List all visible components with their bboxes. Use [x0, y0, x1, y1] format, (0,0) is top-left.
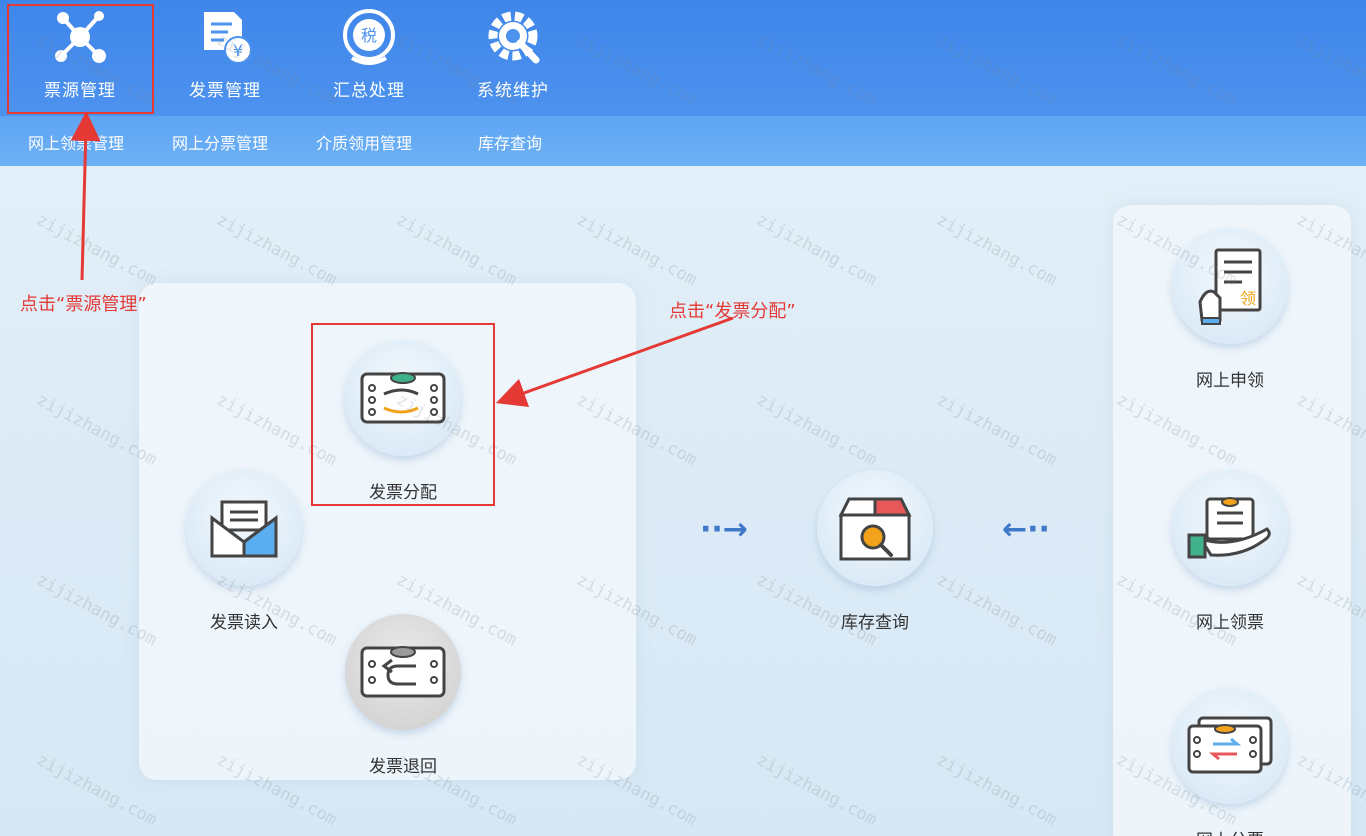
watermark-text: zijizhang.com [393, 209, 520, 291]
highlight-box-source-management [7, 4, 154, 114]
online-apply-button[interactable]: 领 网上申领 [1155, 228, 1305, 391]
sub-nav-media[interactable]: 介质领用管理 [316, 130, 412, 154]
top-nav-bar: 票源管理 ¥ 发票管理 税 汇总处理 系统维护 [0, 0, 1366, 116]
watermark-text: zijizhang.com [933, 569, 1060, 651]
invoice-return-label: 发票退回 [369, 757, 437, 777]
top-nav-label: 汇总处理 [333, 81, 405, 101]
top-nav-item-invoice-management[interactable]: ¥ 发票管理 [155, 0, 295, 116]
receive-hand-icon [1172, 470, 1288, 586]
invoice-read-in-label: 发票读入 [210, 613, 278, 633]
online-receive-button[interactable]: 网上领票 [1155, 470, 1305, 633]
watermark-text: zijizhang.com [753, 749, 880, 831]
sub-nav-bar: 网上领票管理 网上分票管理 介质领用管理 库存查询 [0, 116, 1366, 166]
sub-nav-online-split[interactable]: 网上分票管理 [172, 130, 268, 154]
watermark-text: zijizhang.com [573, 209, 700, 291]
top-nav-item-summary[interactable]: 税 汇总处理 [299, 0, 439, 116]
watermark-text: zijizhang.com [213, 209, 340, 291]
tax-icon: 税 [338, 6, 400, 68]
online-apply-label: 网上申领 [1196, 371, 1264, 391]
apply-hand-icon: 领 [1172, 228, 1288, 344]
inventory-query-label: 库存查询 [841, 613, 909, 633]
online-split-button[interactable]: 网上分票 [1155, 688, 1305, 836]
inventory-query-button[interactable]: 库存查询 [800, 470, 950, 633]
svg-text:¥: ¥ [233, 41, 243, 60]
top-nav-label: 发票管理 [189, 81, 261, 101]
watermark-text: zijizhang.com [933, 209, 1060, 291]
watermark-text: zijizhang.com [753, 389, 880, 471]
invoice-read-in-button[interactable]: 发票读入 [169, 470, 319, 633]
online-split-label: 网上分票 [1196, 826, 1264, 836]
invoice-return-button[interactable]: 发票退回 [328, 614, 478, 777]
box-search-icon [817, 470, 933, 586]
top-nav-label: 系统维护 [477, 81, 549, 101]
svg-text:领: 领 [1240, 289, 1256, 308]
invoice-return-icon [345, 614, 461, 730]
invoice-yen-icon: ¥ [194, 6, 256, 68]
wrench-gear-icon [482, 6, 544, 68]
top-nav-item-maintenance[interactable]: 系统维护 [443, 0, 583, 116]
watermark-text: zijizhang.com [753, 209, 880, 291]
envelope-icon [186, 470, 302, 586]
split-ticket-icon [1172, 688, 1288, 804]
svg-text:税: 税 [361, 26, 377, 45]
annotation-note-click-source: 点击“票源管理” [20, 294, 147, 315]
annotation-note-click-allocate: 点击“发票分配” [669, 301, 796, 322]
highlight-box-invoice-allocate [311, 323, 495, 506]
online-receive-label: 网上领票 [1196, 613, 1264, 633]
sub-nav-online-receive[interactable]: 网上领票管理 [28, 130, 124, 154]
watermark-text: zijizhang.com [933, 389, 1060, 471]
flow-arrow-left-icon: ←·· [1002, 512, 1050, 547]
sub-nav-inventory[interactable]: 库存查询 [478, 130, 542, 154]
watermark-text: zijizhang.com [33, 209, 160, 291]
flow-arrow-right-icon: ··→ [700, 512, 748, 547]
watermark-text: zijizhang.com [933, 749, 1060, 831]
